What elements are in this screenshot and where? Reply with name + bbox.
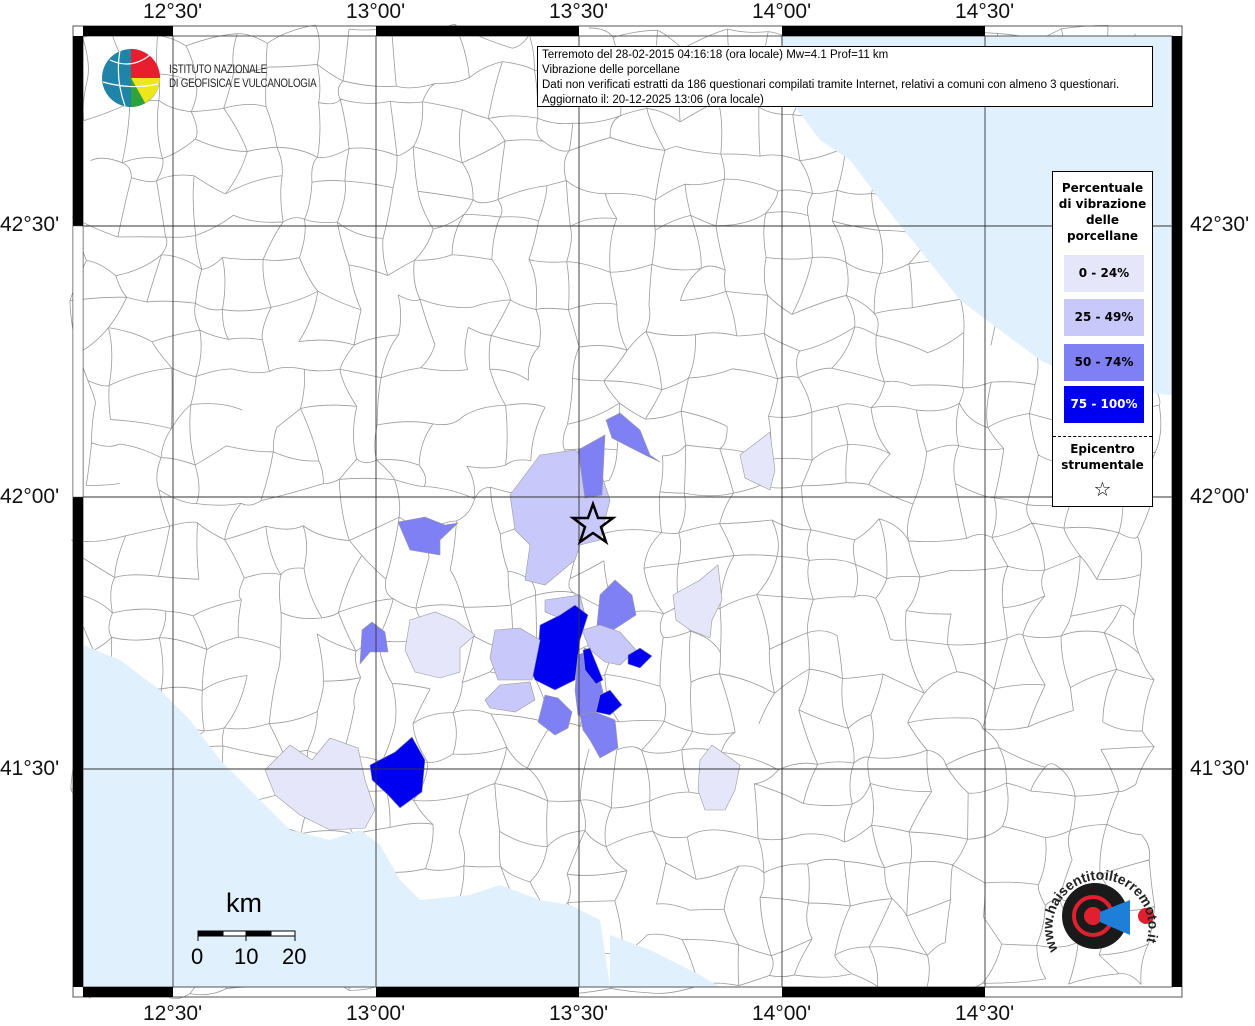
ingv-line1: ISTITUTO NAZIONALE xyxy=(169,64,267,76)
ingv-logo-globe xyxy=(102,49,160,107)
lon-tick-bottom: 14°30' xyxy=(955,1002,1015,1025)
lat-tick-left: 42°00' xyxy=(0,485,60,508)
legend-title-line: delle xyxy=(1085,213,1120,227)
lon-tick-top: 14°00' xyxy=(752,0,812,23)
lon-tick-bottom: 12°30' xyxy=(143,1002,203,1025)
lon-tick-top: 14°30' xyxy=(955,0,1015,23)
epicenter-line: strumentale xyxy=(1061,458,1144,472)
legend-class-1: 25 - 49% xyxy=(1064,299,1144,336)
legend-divider xyxy=(1053,436,1152,437)
map-parameter: Vibrazione delle porcellane xyxy=(542,64,680,76)
epicenter-line: Epicentro xyxy=(1070,442,1135,456)
lon-tick-top: 13°30' xyxy=(549,0,609,23)
legend-title-line: porcellane xyxy=(1066,229,1138,243)
legend-title-line: Percentuale xyxy=(1061,181,1144,195)
lon-tick-top: 13°00' xyxy=(346,0,406,23)
event-info-box: Terremoto del 28-02-2015 04:16:18 (ora l… xyxy=(537,46,1153,107)
data-note: Dati non verificati estratti da 186 ques… xyxy=(542,79,1120,91)
muni-class-1 xyxy=(489,627,541,681)
lon-tick-bottom: 13°00' xyxy=(346,1002,406,1025)
lon-tick-top: 12°30' xyxy=(143,0,203,23)
scale-label: 0 xyxy=(191,944,204,969)
lon-tick-bottom: 13°30' xyxy=(549,1002,609,1025)
legend-epicenter-label: Epicentro strumentale xyxy=(1053,441,1152,473)
scale-label: 20 xyxy=(282,944,307,969)
updated-at: Aggiornato il: 20-12-2025 13:06 (ora loc… xyxy=(542,94,764,106)
lat-tick-right: 42°00' xyxy=(1190,485,1250,508)
intensity-map: www.haisentitoilterremoto.it xyxy=(69,23,1183,1000)
lat-tick-right: 41°30' xyxy=(1190,757,1250,780)
lat-tick-left: 41°30' xyxy=(0,757,60,780)
legend-class-3: 75 - 100% xyxy=(1064,386,1144,423)
lat-tick-left: 42°30' xyxy=(0,213,60,236)
epicenter-star-icon: ☆ xyxy=(1093,477,1112,501)
legend-class-0: 0 - 24% xyxy=(1064,255,1144,292)
scale-label: 10 xyxy=(234,944,259,969)
legend-title: Percentuale di vibrazione delle porcella… xyxy=(1053,180,1152,244)
event-details: Terremoto del 28-02-2015 04:16:18 (ora l… xyxy=(542,49,889,61)
legend: Percentuale di vibrazione delle porcella… xyxy=(1052,171,1153,507)
ingv-logo-text: ISTITUTO NAZIONALE DI GEOFISICA E VULCAN… xyxy=(169,63,317,91)
lat-tick-right: 42°30' xyxy=(1190,213,1250,236)
legend-title-line: di vibrazione xyxy=(1058,197,1147,211)
scale-unit: km xyxy=(226,888,262,918)
ingv-line2: DI GEOFISICA E VULCANOLOGIA xyxy=(169,78,317,90)
legend-class-2: 50 - 74% xyxy=(1064,344,1144,381)
lon-tick-bottom: 14°00' xyxy=(752,1002,812,1025)
